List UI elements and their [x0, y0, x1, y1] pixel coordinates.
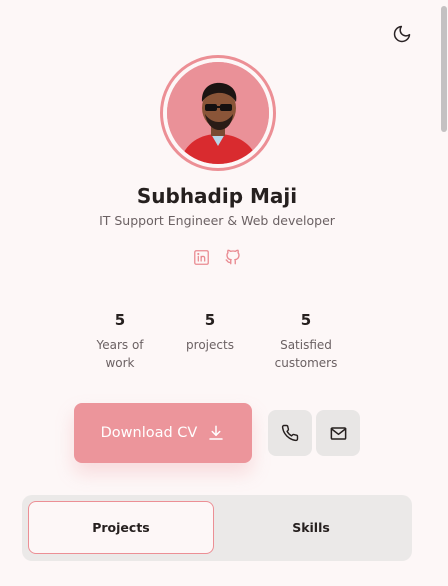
- phone-button[interactable]: [268, 410, 312, 456]
- avatar-ring: [160, 55, 276, 171]
- tab-projects[interactable]: Projects: [28, 501, 214, 554]
- download-icon: [209, 425, 224, 440]
- stat-value: 5: [114, 311, 126, 329]
- stat-customers: 5 Satisfied customers: [262, 310, 350, 372]
- linkedin-icon: [193, 249, 209, 265]
- stat-label: projects: [170, 336, 250, 354]
- stat-label-line: projects: [186, 338, 234, 352]
- tab-skills[interactable]: Skills: [218, 501, 404, 554]
- github-link[interactable]: [224, 248, 242, 266]
- mail-button[interactable]: [316, 410, 360, 456]
- moon-icon: [393, 25, 411, 43]
- page-scrollbar[interactable]: [440, 0, 448, 586]
- stat-label-line: Satisfied: [280, 338, 332, 352]
- tab-bar: Projects Skills: [22, 495, 412, 561]
- stat-value: 5: [204, 311, 216, 329]
- download-cv-label: Download CV: [100, 425, 198, 441]
- social-links: [0, 248, 434, 266]
- github-icon: [225, 249, 240, 265]
- stat-label: Years of work: [80, 336, 160, 372]
- stat-label-line: customers: [274, 356, 338, 370]
- stat-label-line: work: [105, 356, 135, 370]
- avatar: [167, 62, 269, 164]
- stat-value: 5: [300, 311, 312, 329]
- avatar-photo: [167, 62, 269, 164]
- stat-label-line: Years of: [96, 338, 144, 352]
- stat-years: 5 Years of work: [80, 310, 160, 372]
- stat-projects: 5 projects: [170, 310, 250, 354]
- stat-label: Satisfied customers: [262, 336, 350, 372]
- phone-icon: [281, 424, 299, 442]
- profile-name: Subhadip Maji: [136, 184, 298, 208]
- profile-role: IT Support Engineer & Web developer: [99, 213, 335, 228]
- linkedin-link[interactable]: [192, 248, 210, 266]
- mail-icon: [330, 426, 346, 440]
- scrollbar-thumb[interactable]: [441, 6, 447, 132]
- download-cv-button[interactable]: Download CV: [74, 403, 252, 463]
- theme-toggle-button[interactable]: [390, 22, 414, 46]
